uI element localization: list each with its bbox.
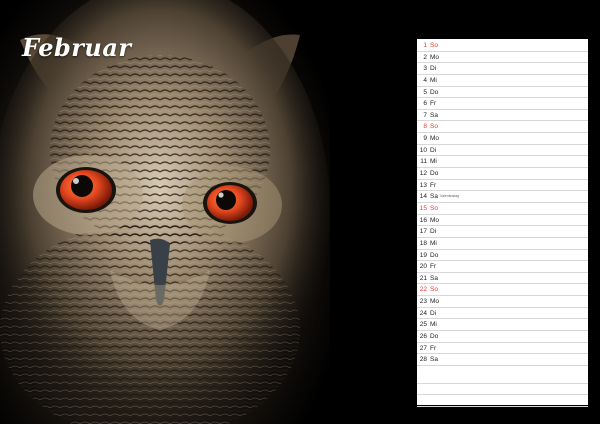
calendar-rows: 1 So 2 Mo 3 Di 4 Mi 5 Do 6 Fr 7 Sa 8 So 9 Mo 10 Di 11 Mi 12 Do 1… (417, 40, 588, 366)
day-number: 17 (419, 228, 427, 236)
day-number: 5 (423, 88, 427, 96)
calendar-day-row: 2 Mo (417, 52, 588, 64)
day-number: 9 (423, 135, 427, 143)
day-number: 18 (419, 239, 427, 247)
calendar-day-row: 1 So (417, 40, 588, 52)
day-number: 4 (423, 76, 427, 84)
weekday-label: Mi (430, 158, 437, 166)
day-number: 16 (419, 216, 427, 224)
weekday-label: Do (430, 88, 439, 96)
holiday-note: Valentinstag (440, 194, 460, 199)
calendar-day-row: 23 Mo (417, 296, 588, 308)
calendar-day-row: 16 Mo (417, 215, 588, 227)
day-number: 24 (419, 309, 427, 317)
weekday-label: So (430, 286, 438, 294)
calendar-day-row: 6 Fr (417, 98, 588, 110)
weekday-label: Di (430, 146, 437, 154)
weekday-label: Mi (430, 321, 437, 329)
calendar-day-row: 24 Di (417, 308, 588, 320)
weekday-label: Do (430, 333, 439, 341)
day-number: 1 (423, 42, 427, 49)
blank-line (417, 395, 588, 407)
weekday-label: So (430, 204, 438, 212)
weekday-label: Do (430, 170, 439, 178)
day-number: 6 (423, 100, 427, 108)
day-number: 21 (419, 274, 427, 282)
calendar-day-row: 17 Di (417, 226, 588, 238)
month-title: Februar (22, 33, 132, 62)
calendar-day-row: 13 Fr (417, 180, 588, 192)
calendar-day-row: 18 Mi (417, 238, 588, 250)
weekday-label: Sa (430, 111, 438, 119)
day-number: 11 (420, 158, 427, 166)
day-number: 12 (419, 170, 427, 178)
weekday-label: Sa (430, 356, 438, 364)
weekday-label: Mo (430, 135, 440, 143)
weekday-label: Mi (430, 76, 437, 84)
weekday-label: Fr (430, 344, 437, 352)
day-number: 20 (419, 263, 427, 271)
blank-lines (417, 372, 588, 407)
calendar-day-row: 20 Fr (417, 261, 588, 273)
owl-photo: Februar (0, 0, 330, 424)
blank-line (417, 372, 588, 384)
day-number: 7 (423, 111, 427, 119)
day-number: 2 (423, 53, 427, 61)
calendar-day-row: 5 Do (417, 87, 588, 99)
calendar-day-row: 7 Sa (417, 110, 588, 122)
weekday-label: Fr (430, 263, 437, 271)
weekday-label: Mo (430, 298, 440, 306)
calendar-day-row: 15 So (417, 203, 588, 215)
weekday-label: Do (430, 251, 439, 259)
calendar-day-row: 26 Do (417, 331, 588, 343)
weekday-label: So (430, 42, 438, 49)
weekday-label: Fr (430, 181, 437, 189)
weekday-label: Fr (430, 100, 437, 108)
day-number: 22 (419, 286, 427, 294)
day-number: 10 (419, 146, 427, 154)
day-number: 3 (423, 65, 427, 73)
day-number: 23 (419, 298, 427, 306)
calendar-day-row: 8 So (417, 121, 588, 134)
weekday-label: Mo (430, 216, 440, 224)
calendar-day-row: 3 Di (417, 63, 588, 75)
day-number: 14 (419, 193, 427, 201)
calendar-day-row: 11 Mi (417, 156, 588, 169)
calendar-day-row: 4 Mi (417, 75, 588, 87)
calendar-day-row: 12 Do (417, 168, 588, 180)
weekday-label: Di (430, 309, 437, 317)
calendar-day-row: 10 Di (417, 145, 588, 157)
calendar-day-row: 21 Sa (417, 273, 588, 285)
weekday-label: Di (430, 65, 437, 73)
day-number: 15 (419, 204, 427, 212)
day-number: 27 (419, 344, 427, 352)
calendar-panel: 1 So 2 Mo 3 Di 4 Mi 5 Do 6 Fr 7 Sa 8 So 9 Mo 10 Di 11 Mi 12 Do 1… (417, 39, 588, 407)
blank-line (417, 384, 588, 396)
weekday-label: Mo (430, 53, 440, 61)
calendar-day-row: 14 Sa Valentinstag (417, 191, 588, 203)
day-number: 26 (419, 333, 427, 341)
day-number: 13 (419, 181, 427, 189)
calendar-day-row: 22 So (417, 284, 588, 297)
weekday-label: Sa (430, 274, 438, 282)
owl-illustration (0, 0, 330, 424)
calendar-day-row: 27 Fr (417, 343, 588, 355)
day-number: 25 (419, 321, 427, 329)
calendar-day-row: 25 Mi (417, 319, 588, 332)
weekday-label: Sa (430, 193, 438, 201)
calendar-day-row: 28 Sa (417, 354, 588, 366)
weekday-label: Mi (430, 239, 437, 247)
weekday-label: So (430, 123, 438, 131)
weekday-label: Di (430, 228, 437, 236)
day-number: 28 (419, 356, 427, 364)
calendar-day-row: 19 Do (417, 250, 588, 262)
day-number: 19 (419, 251, 427, 259)
calendar-day-row: 9 Mo (417, 133, 588, 145)
day-number: 8 (423, 123, 427, 131)
